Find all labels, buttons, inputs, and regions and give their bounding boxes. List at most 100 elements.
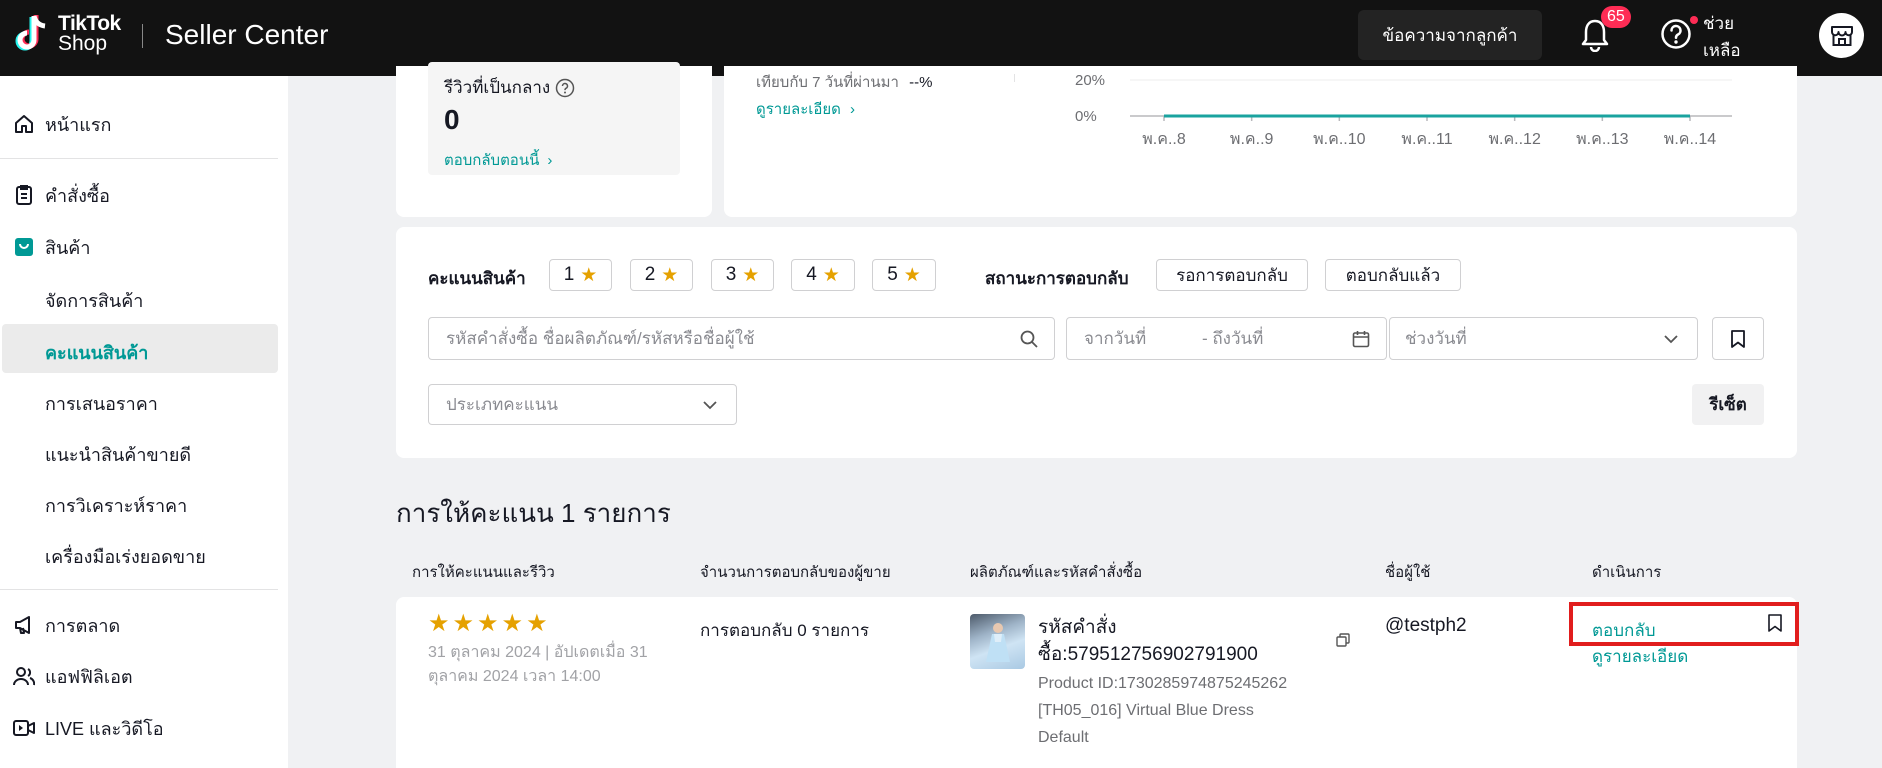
sidebar-item-home[interactable]: หน้าแรก (0, 112, 288, 136)
logo-tiktok-text: TikTok (58, 12, 121, 35)
reply-status-label: สถานะการตอบกลับ (985, 269, 1129, 288)
date-range-input[interactable]: จากวันที่ - ถึงวันที่ (1066, 317, 1387, 360)
star-icon: ★ (822, 264, 840, 286)
reply-count-text: การตอบกลับ 0 รายการ (700, 621, 870, 640)
question-icon[interactable] (555, 78, 575, 98)
dress-image-icon (986, 623, 1010, 662)
star-icon: ★ (477, 610, 502, 637)
compare-value: --% (909, 74, 933, 91)
product-variant: Default (1038, 729, 1089, 746)
tiktok-shop-logo[interactable]: TikTok Shop (12, 12, 121, 56)
neutral-reviews-value: 0 (444, 104, 460, 135)
chevron-right-icon: › (849, 100, 855, 118)
username: @testph2 (1385, 615, 1467, 636)
rating-filter-4[interactable]: 4 ★ (791, 259, 855, 291)
chevron-right-icon: › (547, 151, 553, 169)
star-icon: ★ (526, 610, 551, 637)
rating-filter-1[interactable]: 1 ★ (549, 259, 612, 291)
sidebar-item-products[interactable]: สินค้า (0, 235, 288, 259)
date-preset-placeholder: ช่วงวันที่ (1405, 329, 1467, 348)
rating-filter-5[interactable]: 5 ★ (872, 259, 936, 291)
home-icon (13, 113, 35, 135)
star-icon: ★ (661, 264, 679, 286)
chevron-down-icon (703, 401, 717, 410)
video-icon (13, 717, 35, 739)
people-icon (13, 665, 35, 687)
column-header-product-order: ผลิตภัณฑ์และรหัสคำสั่งซื้อ (970, 564, 1143, 581)
rating-trend-chart: 20% 0% พ.ค..8 พ.ค..9 พ.ค..10 พ.ค..11 พ.ค..12 พ.… (1075, 72, 1732, 148)
star-icon: ★ (742, 264, 760, 286)
customer-messages-button[interactable]: ข้อความจากลูกค้า (1358, 10, 1542, 60)
notification-badge: 65 (1601, 6, 1631, 28)
megaphone-icon (13, 614, 35, 636)
chart-x-tick-label: พ.ค..9 (1230, 131, 1274, 148)
star-icon: ★ (452, 610, 478, 637)
results-title: การให้คะแนน 1 รายการ (396, 498, 671, 528)
rating-filter-label: คะแนนสินค้า (428, 269, 526, 288)
review-date: 31 ตุลาคม 2024 | อัปเดตเมื่อ 31 ตุลาคม 2… (428, 644, 648, 685)
chart-x-tick-label: พ.ค..10 (1313, 131, 1365, 148)
column-header-actions: ดำเนินการ (1592, 564, 1662, 581)
sidebar-item-orders[interactable]: คำสั่งซื้อ (0, 183, 288, 207)
sidebar-subitem-manage-products[interactable]: จัดการสินค้า (45, 286, 143, 315)
date-to-placeholder: - ถึงวันที่ (1202, 329, 1264, 348)
product-thumbnail[interactable] (970, 614, 1025, 669)
neutral-reviews-label: รีวิวที่เป็นกลาง (444, 78, 551, 97)
rating-filter-2[interactable]: 2 ★ (630, 259, 693, 291)
view-details-action-link[interactable]: ดูรายละเอียด (1592, 643, 1688, 670)
rating-type-select[interactable]: ประเภทคะแนน (428, 384, 737, 425)
bookmark-filter-button[interactable] (1712, 317, 1764, 360)
sidebar-subitem-product-ratings[interactable]: คะแนนสินค้า (45, 338, 148, 367)
sidebar-item-affiliate[interactable]: แอฟฟิลิเอต (0, 664, 288, 688)
chart-x-tick-label: พ.ค..14 (1664, 131, 1716, 148)
column-header-rating-review: การให้คะแนนและรีวิว (412, 564, 555, 581)
top-header: TikTok Shop Seller Center ข้อความจากลูกค… (0, 0, 1882, 76)
star-icon: ★ (580, 264, 598, 286)
view-details-link[interactable]: ดูรายละเอียด › (756, 97, 855, 121)
chart-x-tick-label: พ.ค..11 (1401, 131, 1452, 148)
clipboard-icon (13, 184, 35, 206)
order-id: รหัสคำสั่ง ซื้อ:579512756902791900 (1038, 617, 1258, 665)
sidebar: หน้าแรก คำสั่งซื้อ สินค้า จัดการสินค้า ค… (0, 76, 288, 768)
date-preset-select[interactable]: ช่วงวันที่ (1389, 317, 1698, 360)
chart-y-tick-label: 20% (1075, 72, 1105, 89)
reply-now-link[interactable]: ตอบกลับตอนนี้ › (444, 148, 552, 172)
search-placeholder: รหัสคำสั่งซื้อ ชื่อผลิตภัณฑ์/รหัสหรือชื่… (446, 329, 755, 348)
sidebar-subitem-sales-booster[interactable]: เครื่องมือเร่งยอดขาย (45, 542, 206, 571)
status-awaiting-reply[interactable]: รอการตอบกลับ (1156, 259, 1308, 291)
sidebar-item-live-video[interactable]: LIVE และวิดีโอ (0, 716, 288, 740)
shop-avatar[interactable] (1819, 13, 1864, 58)
help-alert-dot (1690, 16, 1698, 24)
chart-x-tick-label: พ.ค..13 (1576, 131, 1628, 148)
sidebar-item-marketing[interactable]: การตลาด (0, 613, 288, 637)
sidebar-divider (0, 158, 278, 159)
copy-icon[interactable] (1336, 633, 1350, 647)
sidebar-item-label: สินค้า (45, 237, 91, 258)
rating-filter-3[interactable]: 3 ★ (711, 259, 774, 291)
sidebar-divider (0, 589, 278, 590)
reset-button[interactable]: รีเซ็ต (1692, 384, 1764, 425)
rating-type-placeholder: ประเภทคะแนน (446, 395, 558, 414)
search-icon (1020, 330, 1038, 348)
sidebar-item-label: หน้าแรก (45, 114, 112, 135)
status-replied[interactable]: ตอบกลับแล้ว (1325, 259, 1461, 291)
product-bag-icon (13, 236, 35, 258)
chart-x-tick-label: พ.ค..8 (1142, 131, 1186, 148)
chevron-down-icon (1664, 335, 1678, 344)
header-divider (142, 24, 143, 48)
sidebar-subitem-price-offers[interactable]: การเสนอราคา (45, 389, 158, 418)
search-input[interactable]: รหัสคำสั่งซื้อ ชื่อผลิตภัณฑ์/รหัสหรือชื่… (428, 317, 1055, 360)
page-title: Seller Center (165, 19, 329, 50)
product-info: Product ID:1730285974875245262 [TH05_016… (1038, 670, 1287, 751)
sidebar-item-label: แอฟฟิลิเอต (45, 666, 133, 687)
chart-y-tick-label: 0% (1075, 108, 1097, 125)
sidebar-item-label: คำสั่งซื้อ (45, 185, 110, 206)
calendar-icon (1352, 331, 1370, 348)
logo-shop-text: Shop (58, 32, 108, 55)
sidebar-subitem-price-analysis[interactable]: การวิเคราะห์ราคา (45, 491, 187, 520)
help-icon[interactable] (1660, 18, 1692, 55)
sidebar-subitem-bestsellers[interactable]: แนะนำสินค้าขายดี (45, 440, 191, 469)
chart-x-tick-label: พ.ค..12 (1488, 131, 1540, 148)
date-from-placeholder: จากวันที่ (1084, 329, 1147, 348)
help-label[interactable]: ช่วย เหลือ (1703, 10, 1741, 64)
